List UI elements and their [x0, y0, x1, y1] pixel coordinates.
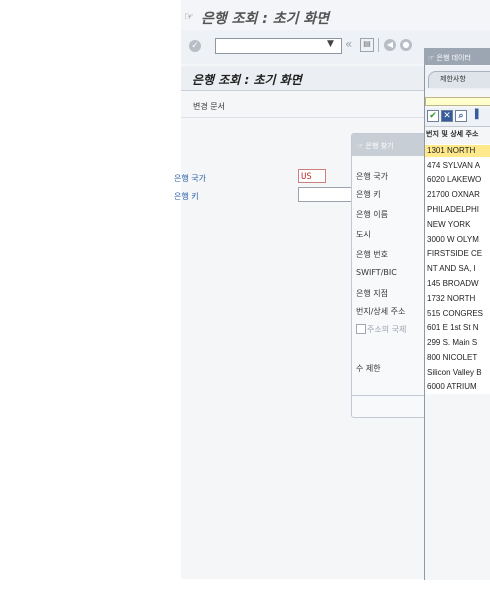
- enter-check-icon[interactable]: ✓: [189, 40, 201, 52]
- list-item[interactable]: 601 E 1st St N: [427, 323, 490, 332]
- back-icon[interactable]: ◀: [384, 39, 396, 51]
- max-hits-label: 수 제한: [356, 364, 381, 373]
- collapse-chevron-icon[interactable]: «: [345, 37, 352, 51]
- list-item[interactable]: NT AND SA, I: [427, 264, 490, 273]
- results-filter-field[interactable]: [425, 97, 490, 106]
- change-documents-button[interactable]: 변경 문서: [193, 101, 225, 112]
- command-dropdown-icon[interactable]: ▼: [327, 39, 334, 49]
- search-row-bank-branch[interactable]: 은행 지점: [356, 288, 388, 299]
- list-item[interactable]: 6020 LAKEWO: [427, 175, 490, 184]
- list-item[interactable]: 515 CONGRES: [427, 309, 490, 318]
- intl-address-checkbox[interactable]: [356, 324, 366, 334]
- confirm-check-icon[interactable]: ✔: [427, 110, 439, 122]
- search-row-swift-bic[interactable]: SWIFT/BIC: [356, 268, 397, 277]
- list-item[interactable]: 800 NICOLET: [427, 353, 490, 362]
- screen-title: 은행 조회 : 초기 화면: [192, 73, 302, 87]
- search-row-bank-number[interactable]: 은행 번호: [356, 249, 388, 260]
- search-dialog-divider: [352, 395, 426, 396]
- list-item[interactable]: 1732 NORTH: [427, 294, 490, 303]
- cancel-x-icon[interactable]: ✕: [441, 110, 453, 122]
- toolbar-separator: [378, 38, 379, 52]
- window-title: 은행 조회 : 초기 화면: [201, 11, 330, 27]
- list-item[interactable]: 6000 ATRIUM: [427, 382, 490, 391]
- window-menu-icon[interactable]: ☞: [184, 10, 194, 23]
- search-row-bank-country[interactable]: 은행 국가: [356, 171, 388, 182]
- bank-country-input[interactable]: US: [298, 169, 326, 183]
- bank-key-label: 은행 키: [174, 192, 199, 201]
- bank-country-label: 은행 국가: [174, 174, 206, 183]
- list-item[interactable]: 145 BROADW: [427, 279, 490, 288]
- list-item[interactable]: 1301 NORTH: [427, 146, 490, 155]
- list-item[interactable]: 3000 W OLYM: [427, 235, 490, 244]
- find-binoculars-icon[interactable]: ⌕: [455, 110, 467, 122]
- search-row-city[interactable]: 도시: [356, 229, 371, 240]
- more-icon[interactable]: ▐: [469, 110, 481, 122]
- search-row-bank-name[interactable]: 은행 이름: [356, 209, 388, 220]
- list-item[interactable]: NEW YORK: [427, 220, 490, 229]
- list-item[interactable]: 21700 OXNAR: [427, 190, 490, 199]
- tab-restrictions-label[interactable]: 제한사항: [440, 74, 466, 84]
- list-item[interactable]: PHILADELPHI: [427, 205, 490, 214]
- list-item[interactable]: 299 S. Main S: [427, 338, 490, 347]
- list-item[interactable]: Silicon Valley B: [427, 368, 490, 377]
- exit-icon[interactable]: ●: [400, 39, 412, 51]
- results-window-title: ☞ 은행 데이터: [428, 54, 471, 62]
- list-item[interactable]: FIRSTSIDE CE: [427, 249, 490, 258]
- column-header-address[interactable]: 번지 및 상세 주소: [426, 129, 478, 139]
- list-item[interactable]: 474 SYLVAN A: [427, 161, 490, 170]
- save-icon[interactable]: ▤: [360, 38, 374, 52]
- bank-key-input[interactable]: [298, 187, 354, 202]
- bank-search-dialog-title: ☞ 은행 찾기: [357, 142, 394, 150]
- search-row-street-address[interactable]: 번지/상세 주소: [356, 306, 405, 317]
- command-field[interactable]: [215, 38, 342, 54]
- search-row-bank-key[interactable]: 은행 키: [356, 189, 381, 200]
- intl-address-label: 주소의 국제: [367, 325, 407, 334]
